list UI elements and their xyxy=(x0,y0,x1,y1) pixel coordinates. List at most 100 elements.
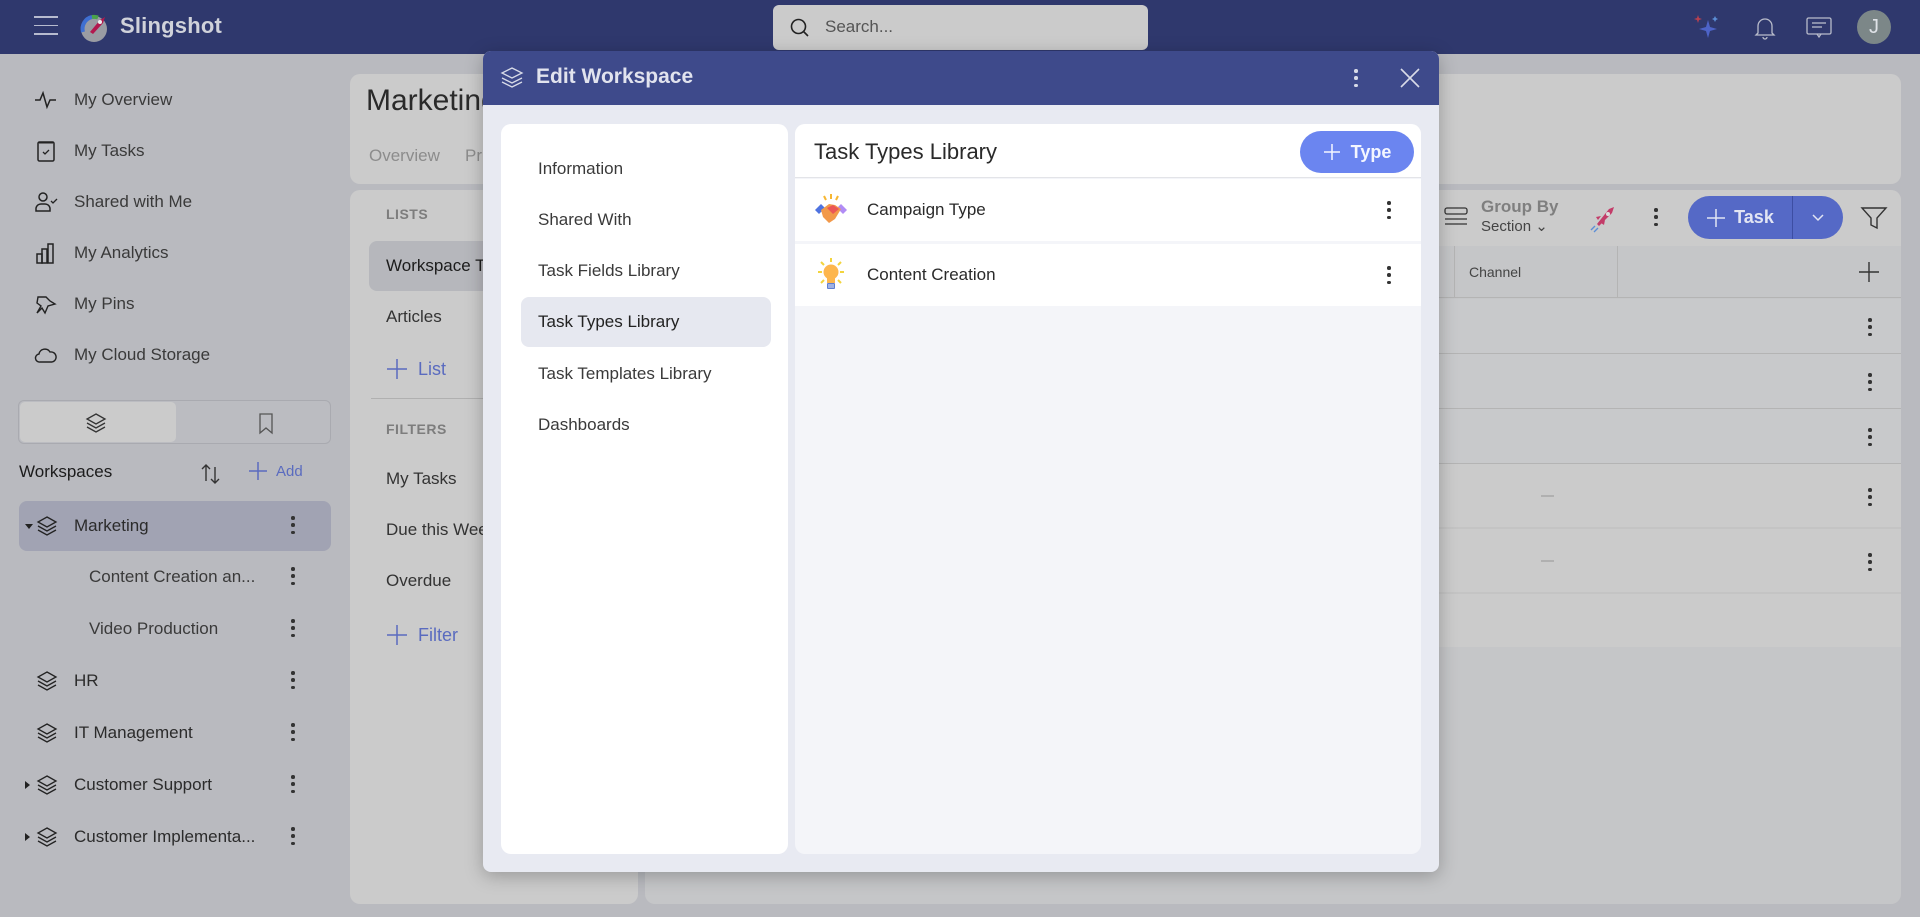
sidebar-item-label: My Cloud Storage xyxy=(74,345,211,364)
table-row[interactable] xyxy=(1430,299,1901,354)
dialog-nav: Information Shared With Task Fields Libr… xyxy=(501,124,788,854)
sidebar-item-my-tasks[interactable]: My Tasks xyxy=(34,131,334,171)
dialog-nav-task-fields-library[interactable]: Task Fields Library xyxy=(521,246,771,296)
workspace-title: Marketing xyxy=(366,84,498,117)
workspace-item-video-production[interactable]: Video Production xyxy=(19,604,331,654)
workspaces-heading: Workspaces xyxy=(19,462,113,481)
expand-caret-icon[interactable] xyxy=(25,833,30,841)
dialog-nav-information[interactable]: Information xyxy=(521,144,771,194)
task-type-item[interactable]: Content Creation xyxy=(795,244,1421,306)
group-by-icon xyxy=(1444,207,1468,225)
plus-icon xyxy=(1707,208,1726,227)
sidebar-item-shared-with-me[interactable]: Shared with Me xyxy=(34,182,334,222)
table-row[interactable] xyxy=(1430,354,1901,409)
chevron-down-icon xyxy=(1812,213,1824,221)
add-task-dropdown[interactable] xyxy=(1793,196,1843,239)
workspace-more-button[interactable] xyxy=(291,723,295,741)
more-vertical-icon[interactable] xyxy=(291,671,295,689)
sidebar-item-my-pins[interactable]: My Pins xyxy=(34,284,334,324)
lists-section-label: LISTS xyxy=(386,206,429,222)
toolbar-more-icon[interactable] xyxy=(1654,208,1658,226)
task-type-more-icon[interactable] xyxy=(1387,201,1391,219)
add-workspace-button[interactable]: Add xyxy=(248,461,303,481)
workspace-more-button[interactable] xyxy=(291,827,295,845)
more-vertical-icon[interactable] xyxy=(291,619,295,637)
add-type-button[interactable]: Type xyxy=(1300,131,1414,173)
user-avatar[interactable]: J xyxy=(1857,10,1891,44)
search-input[interactable] xyxy=(825,13,1125,41)
table-row[interactable] xyxy=(1430,464,1901,529)
menu-icon[interactable] xyxy=(34,16,58,38)
dialog-nav-task-templates-library[interactable]: Task Templates Library xyxy=(521,349,771,399)
task-type-label: Content Creation xyxy=(867,265,996,284)
notifications-bell-icon[interactable] xyxy=(1750,12,1780,42)
task-types-title: Task Types Library xyxy=(814,139,998,164)
dialog-nav-task-types-library[interactable]: Task Types Library xyxy=(521,297,771,347)
workspace-item-marketing[interactable]: Marketing xyxy=(19,501,331,551)
brand-name: Slingshot xyxy=(120,13,223,38)
workspace-more-button[interactable] xyxy=(291,775,295,793)
layers-icon xyxy=(85,413,107,433)
more-vertical-icon[interactable] xyxy=(291,723,295,741)
plus-icon xyxy=(249,462,267,480)
sidebar-item-my-overview[interactable]: My Overview xyxy=(34,80,334,120)
more-vertical-icon[interactable] xyxy=(291,567,295,585)
global-search[interactable] xyxy=(773,5,1148,50)
table-row[interactable] xyxy=(1430,529,1901,594)
sidebar-item-my-cloud-storage[interactable]: My Cloud Storage xyxy=(34,335,334,375)
search-icon xyxy=(790,18,809,37)
expand-caret-icon[interactable] xyxy=(25,781,30,789)
group-by-value: Section xyxy=(1481,218,1532,235)
add-task-main[interactable]: Task xyxy=(1688,196,1792,239)
workspace-item-customer-support[interactable]: Customer Support xyxy=(19,760,331,810)
sort-icon[interactable] xyxy=(198,461,224,487)
rocket-icon[interactable] xyxy=(1587,204,1617,234)
column-header-channel[interactable]: Channel xyxy=(1469,264,1521,280)
close-icon[interactable] xyxy=(1399,67,1421,89)
sidebar-item-my-analytics[interactable]: My Analytics xyxy=(34,233,334,273)
group-by-selector[interactable]: Group By Section ⌄ xyxy=(1443,197,1558,235)
workspace-item-it-management[interactable]: IT Management xyxy=(19,708,331,758)
task-type-item[interactable]: Campaign Type xyxy=(795,179,1421,241)
add-column-icon[interactable] xyxy=(1858,261,1880,283)
workspace-item-content-creation[interactable]: Content Creation an... xyxy=(19,552,331,602)
top-bar: Slingshot J xyxy=(0,0,1920,54)
workspace-item-hr[interactable]: HR xyxy=(19,656,331,706)
more-vertical-icon[interactable] xyxy=(291,516,295,534)
workspace-item-customer-implementation[interactable]: Customer Implementa... xyxy=(19,812,331,862)
ai-sparkle-icon[interactable] xyxy=(1692,12,1722,42)
task-type-more-icon[interactable] xyxy=(1387,266,1391,284)
more-vertical-icon[interactable] xyxy=(291,827,295,845)
filter-icon[interactable] xyxy=(1860,205,1888,231)
lightbulb-icon xyxy=(818,258,844,289)
messages-icon[interactable] xyxy=(1804,12,1834,42)
plus-icon xyxy=(1323,144,1340,160)
add-workspace-label: Add xyxy=(276,462,303,480)
add-list-button[interactable]: List xyxy=(386,358,446,380)
row-more-icon[interactable] xyxy=(1868,428,1872,446)
table-row[interactable] xyxy=(1430,409,1901,464)
expand-caret-icon[interactable] xyxy=(25,523,33,529)
add-task-button[interactable]: Task xyxy=(1688,196,1843,239)
sidebar-item-label: My Pins xyxy=(74,294,135,313)
add-filter-button[interactable]: Filter xyxy=(386,624,458,646)
row-more-icon[interactable] xyxy=(1868,373,1872,391)
empty-value xyxy=(1541,495,1554,497)
tab-projects[interactable]: Pr xyxy=(465,146,482,166)
row-more-icon[interactable] xyxy=(1868,488,1872,506)
tab-overview[interactable]: Overview xyxy=(369,146,440,166)
dialog-nav-dashboards[interactable]: Dashboards xyxy=(521,400,771,450)
row-more-icon[interactable] xyxy=(1868,318,1872,336)
grid-header: Channel xyxy=(1430,246,1901,298)
workspace-more-button[interactable] xyxy=(291,567,295,585)
dialog-more-icon[interactable] xyxy=(1354,69,1358,87)
bookmark-icon[interactable] xyxy=(254,411,278,435)
layers-icon xyxy=(500,67,524,88)
workspace-more-button[interactable] xyxy=(291,516,295,534)
workspace-more-button[interactable] xyxy=(291,671,295,689)
workspace-label: Customer Support xyxy=(74,775,212,794)
dialog-nav-shared-with[interactable]: Shared With xyxy=(521,195,771,245)
workspace-more-button[interactable] xyxy=(291,619,295,637)
more-vertical-icon[interactable] xyxy=(291,775,295,793)
row-more-icon[interactable] xyxy=(1868,553,1872,571)
